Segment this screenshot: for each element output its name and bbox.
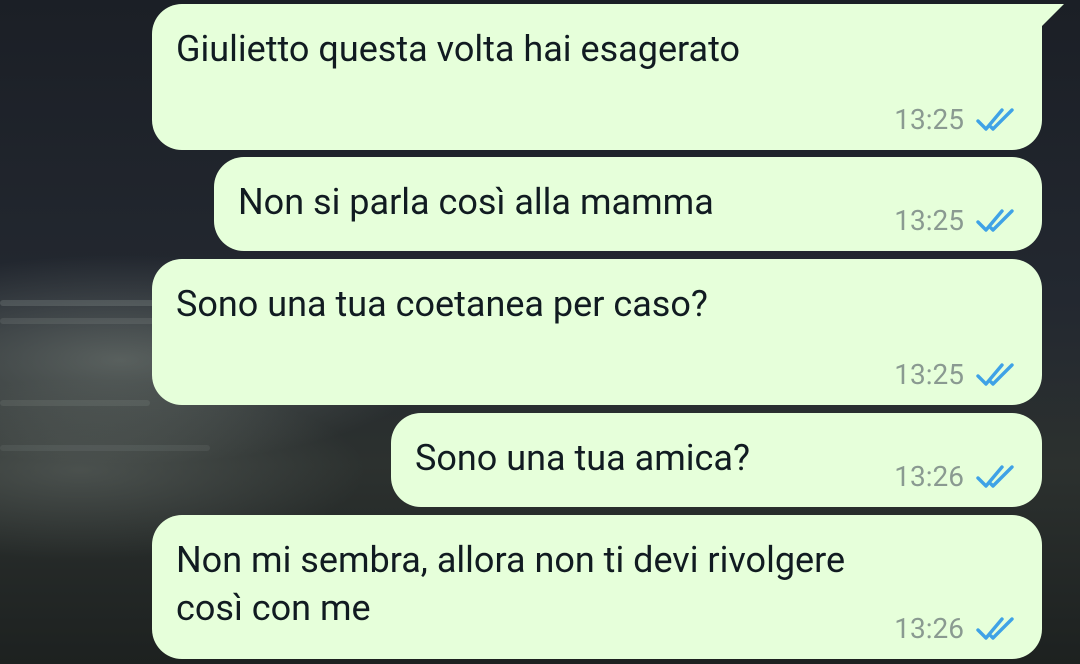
message-meta: 13:26 [894,613,1018,645]
double-check-read-icon [976,363,1014,386]
message-time: 13:25 [894,358,964,391]
message-time: 13:26 [894,460,964,493]
message-meta: 13:26 [894,461,1018,493]
message-text: Non si parla così alla mamma [238,181,714,223]
message-time: 13:25 [894,204,964,237]
message-text: Giulietto questa volta hai esagerato [176,28,741,70]
message-text: Non mi sembra, allora non ti devi rivolg… [176,539,846,629]
chat-message-list[interactable]: Giulietto questa volta hai esagerato 13:… [0,0,1080,664]
message-meta: 13:25 [894,104,1018,136]
message-bubble[interactable]: Sono una tua amica? 13:26 [391,413,1042,507]
double-check-read-icon [976,465,1014,488]
message-bubble[interactable]: Non mi sembra, allora non ti devi rivolg… [152,515,1042,659]
message-time: 13:25 [894,103,964,136]
message-text: Sono una tua amica? [415,437,750,479]
double-check-read-icon [976,209,1014,232]
message-meta: 13:25 [894,359,1018,391]
bubble-tail [1042,4,1064,26]
double-check-read-icon [976,617,1014,640]
message-time: 13:26 [894,612,964,645]
double-check-read-icon [976,108,1014,131]
message-bubble[interactable]: Giulietto questa volta hai esagerato 13:… [152,4,1064,150]
message-bubble[interactable]: Non si parla così alla mamma 13:25 [214,157,1042,251]
message-meta: 13:25 [894,205,1018,237]
message-text: Sono una tua coetanea per caso? [176,283,708,325]
message-bubble[interactable]: Sono una tua coetanea per caso? 13:25 [152,259,1042,405]
